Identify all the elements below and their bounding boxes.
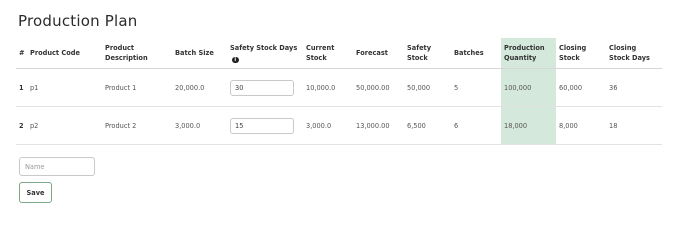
row-index: 1 xyxy=(16,68,27,107)
product-code-cell: p2 xyxy=(27,106,102,145)
safety-stock-days-cell xyxy=(227,68,303,107)
page-title: Production Plan xyxy=(18,12,138,30)
header-production-quantity-line1: Production xyxy=(504,44,545,52)
header-closing-stock-days-line2: Stock Days xyxy=(609,54,650,62)
header-batches: Batches xyxy=(451,38,501,69)
row-index: 2 xyxy=(16,106,27,145)
batch-size-cell: 3,000.0 xyxy=(172,106,227,145)
table-row: 1 p1 Product 1 20,000.0 10,000.0 50,000.… xyxy=(16,68,662,107)
production-plan-table: # Product Code Product Description Batch… xyxy=(16,38,662,145)
production-quantity-cell: 100,000 xyxy=(501,68,556,107)
production-quantity-cell: 18,000 xyxy=(501,106,556,145)
batch-size-cell: 20,000.0 xyxy=(172,68,227,107)
product-description-cell: Product 1 xyxy=(102,68,172,107)
batches-cell: 5 xyxy=(451,68,501,107)
closing-stock-days-cell: 18 xyxy=(606,106,662,145)
table-row: 2 p2 Product 2 3,000.0 3,000.0 13,000.00… xyxy=(16,106,662,145)
header-forecast: Forecast xyxy=(353,38,404,69)
header-current-stock: Current Stock xyxy=(303,38,353,69)
save-button[interactable]: Save xyxy=(19,182,52,203)
safety-stock-cell: 50,000 xyxy=(404,68,451,107)
forecast-cell: 50,000.00 xyxy=(353,68,404,107)
name-input[interactable] xyxy=(19,157,95,176)
safety-stock-cell: 6,500 xyxy=(404,106,451,145)
header-index: # xyxy=(16,38,27,69)
safety-stock-days-cell xyxy=(227,106,303,145)
current-stock-cell: 3,000.0 xyxy=(303,106,353,145)
header-closing-stock-days: Closing Stock Days xyxy=(606,38,662,69)
header-safety-stock-days-label: Safety Stock Days xyxy=(230,43,298,52)
batches-cell: 6 xyxy=(451,106,501,145)
closing-stock-cell: 60,000 xyxy=(556,68,606,107)
header-safety-stock: Safety Stock xyxy=(404,38,451,69)
closing-stock-days-cell: 36 xyxy=(606,68,662,107)
header-safety-stock-days: Safety Stock Days i xyxy=(227,38,303,69)
info-icon[interactable]: i xyxy=(232,56,239,64)
safety-stock-days-input[interactable] xyxy=(230,117,294,134)
header-current-stock-line1: Current xyxy=(306,44,335,52)
current-stock-cell: 10,000.0 xyxy=(303,68,353,107)
safety-stock-days-input[interactable] xyxy=(230,79,294,96)
header-current-stock-line2: Stock xyxy=(306,54,327,62)
header-closing-stock-line1: Closing xyxy=(559,44,587,52)
header-closing-stock-days-line1: Closing xyxy=(609,44,637,52)
product-description-cell: Product 2 xyxy=(102,106,172,145)
table-header-row: # Product Code Product Description Batch… xyxy=(16,38,662,69)
header-production-quantity: Production Quantity xyxy=(501,38,556,69)
header-batch-size: Batch Size xyxy=(172,38,227,69)
header-closing-stock-line2: Stock xyxy=(559,54,580,62)
closing-stock-cell: 8,000 xyxy=(556,106,606,145)
header-product-description: Product Description xyxy=(102,38,172,69)
header-production-quantity-line2: Quantity xyxy=(504,54,537,62)
forecast-cell: 13,000.00 xyxy=(353,106,404,145)
header-closing-stock: Closing Stock xyxy=(556,38,606,69)
product-code-cell: p1 xyxy=(27,68,102,107)
header-product-code: Product Code xyxy=(27,38,102,69)
